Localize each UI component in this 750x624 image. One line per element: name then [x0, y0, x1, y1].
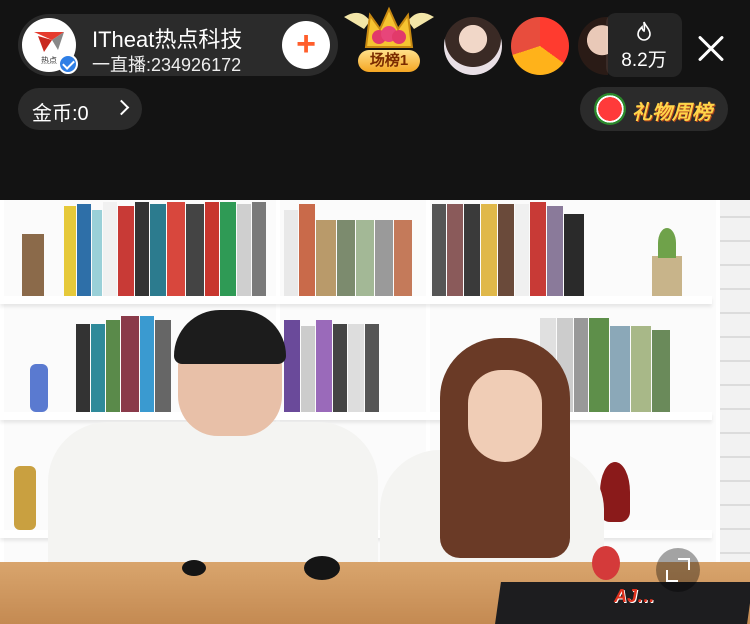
book — [375, 220, 393, 296]
book — [140, 316, 154, 412]
woman-face — [468, 370, 542, 462]
viewer-count-value: 8.2万 — [621, 50, 667, 71]
book — [76, 324, 90, 412]
book — [610, 326, 630, 412]
host-name: ITheat热点科技 — [92, 27, 243, 52]
close-button[interactable] — [688, 26, 734, 72]
host-logo-icon — [34, 32, 64, 52]
book — [167, 202, 185, 296]
book — [515, 204, 529, 296]
plant — [658, 228, 676, 258]
shelf-board — [0, 296, 712, 304]
computer-mouse — [182, 560, 206, 576]
book — [652, 330, 670, 412]
toy-figure — [592, 546, 620, 580]
book — [299, 204, 315, 296]
flame-icon — [637, 21, 651, 41]
man-shirt — [48, 422, 378, 572]
book — [631, 326, 651, 412]
figurine — [14, 466, 36, 530]
host-room-id: 一直播:234926172 — [92, 55, 242, 75]
book — [498, 204, 514, 296]
shelf-board — [0, 412, 712, 420]
book — [365, 324, 379, 412]
top-bar: 热点 ITheat热点科技 一直播:234926172 + 场榜1 8.2万 金… — [0, 0, 750, 200]
book — [301, 326, 315, 412]
book — [574, 318, 588, 412]
brick-wall — [715, 200, 750, 624]
book — [333, 324, 347, 412]
book — [530, 202, 546, 296]
book — [186, 204, 204, 296]
book — [348, 324, 364, 412]
computer-mouse — [304, 556, 340, 580]
chevron-right-icon — [113, 99, 130, 116]
viewer-avatar[interactable] — [578, 17, 608, 75]
book — [356, 220, 374, 296]
crown-icon — [344, 6, 434, 48]
hourly-rank-badge[interactable]: 场榜1 — [340, 3, 438, 75]
viewer-count[interactable]: 8.2万 — [606, 13, 682, 77]
verified-check-icon — [58, 54, 78, 74]
poinsettia-plant — [600, 462, 630, 522]
book — [91, 324, 105, 412]
book — [205, 202, 219, 296]
viewer-avatar[interactable] — [444, 17, 502, 75]
book — [150, 204, 166, 296]
host-info-pill[interactable]: 热点 ITheat热点科技 一直播:234926172 + — [18, 14, 338, 76]
rank-label: 场榜1 — [358, 50, 420, 72]
coins-balance-button[interactable]: 金币:0 — [18, 88, 142, 130]
book — [252, 202, 266, 296]
book — [316, 320, 332, 412]
book — [589, 318, 609, 412]
gift-weekly-ranking-button[interactable]: 礼物周榜 — [580, 87, 728, 131]
book — [106, 320, 120, 412]
book — [118, 206, 134, 296]
book — [121, 316, 139, 412]
watermelon-icon — [594, 93, 626, 125]
book — [284, 320, 300, 412]
book — [316, 220, 336, 296]
viewer-avatar[interactable] — [511, 17, 569, 75]
fullscreen-button[interactable] — [656, 548, 700, 592]
gift-weekly-label: 礼物周榜 — [632, 102, 712, 124]
book — [337, 220, 355, 296]
book — [92, 210, 102, 296]
book — [237, 204, 251, 296]
follow-button[interactable]: + — [282, 21, 330, 69]
live-video-frame[interactable]: AJ… — [0, 200, 750, 624]
plant-pot — [652, 256, 682, 296]
book — [464, 204, 480, 296]
book — [447, 204, 463, 296]
book — [220, 202, 236, 296]
book — [547, 206, 563, 296]
figurine — [30, 364, 48, 412]
book — [481, 204, 497, 296]
diffuser-vase — [22, 234, 44, 296]
live-stream-screen: 热点 ITheat热点科技 一直播:234926172 + 场榜1 8.2万 金… — [0, 0, 750, 624]
book — [64, 206, 76, 296]
video-watermark: AJ… — [614, 586, 656, 606]
book — [432, 204, 446, 296]
book — [284, 210, 298, 296]
book — [564, 214, 584, 296]
book — [77, 204, 91, 296]
book — [155, 320, 171, 412]
book — [103, 202, 117, 296]
book — [394, 220, 412, 296]
coins-label: 金币:0 — [32, 103, 89, 125]
book — [135, 202, 149, 296]
